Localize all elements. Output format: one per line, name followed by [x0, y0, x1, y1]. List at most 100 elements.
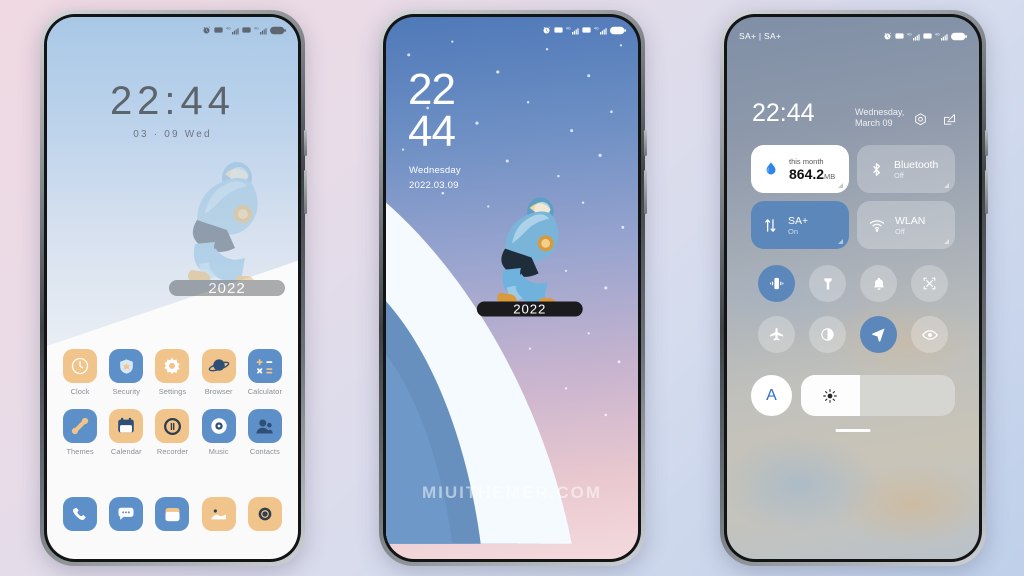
shield-icon [119, 358, 133, 374]
expand-corner-icon[interactable] [838, 239, 843, 244]
svg-text:4G: 4G [594, 26, 599, 30]
volume-button[interactable] [644, 170, 647, 214]
expand-corner-icon[interactable] [838, 183, 843, 188]
tile-state: On [788, 226, 799, 236]
bluetooth-tile[interactable]: Bluetooth Off [857, 145, 955, 193]
edit-icon[interactable] [942, 112, 957, 127]
sun-icon [823, 388, 838, 403]
dock [47, 497, 298, 531]
airplane-toggle[interactable] [758, 316, 795, 353]
app-settings[interactable]: Settings [149, 349, 195, 396]
status-bar: 4G 4G [386, 17, 638, 43]
lockscreen-hour: 22 [408, 65, 456, 114]
mobile-data-tile[interactable]: SA+ On [751, 201, 849, 249]
settings-hex-icon[interactable] [913, 112, 928, 127]
planet-icon [208, 359, 230, 372]
battery-icon [610, 26, 626, 34]
volume-button[interactable] [304, 170, 307, 214]
alarm-icon [203, 25, 210, 33]
brightness-slider[interactable] [801, 375, 955, 416]
alarm-icon [543, 25, 550, 33]
tile-title: WLAN [895, 214, 926, 227]
volume-button[interactable] [985, 170, 988, 214]
app-label: Themes [66, 447, 94, 456]
eye-icon [921, 329, 938, 340]
lockscreen-clock: 22 44 [408, 65, 456, 156]
lockscreen-minute: 44 [408, 106, 456, 156]
alarm-icon [884, 31, 891, 39]
screenshot-icon [923, 277, 936, 290]
auto-brightness-button[interactable]: A [751, 375, 792, 416]
vibrate-toggle[interactable] [758, 265, 795, 302]
location-arrow-icon [872, 328, 885, 342]
drag-handle[interactable] [835, 429, 871, 432]
app-label: Security [112, 387, 141, 396]
power-button[interactable] [644, 130, 647, 156]
dock-gallery[interactable] [201, 497, 236, 531]
location-toggle[interactable] [860, 316, 897, 353]
gear-icon [164, 357, 181, 375]
flashlight-toggle[interactable] [809, 265, 846, 302]
sim2-icon [242, 27, 251, 33]
app-clock[interactable]: Clock [57, 349, 103, 396]
app-themes[interactable]: Themes [57, 409, 103, 456]
eye-comfort-toggle[interactable] [911, 316, 948, 353]
data-arrows-icon [765, 218, 776, 232]
dark-mode-toggle[interactable] [809, 316, 846, 353]
app-calendar[interactable]: Calendar [103, 409, 149, 456]
status-bar: SA+ | SA+ 4G 4G [727, 23, 979, 49]
dock-messages[interactable] [109, 497, 144, 531]
screenshot-toggle[interactable] [911, 265, 948, 302]
app-label: Calendar [110, 447, 142, 456]
airplane-icon [769, 327, 784, 341]
dock-phone[interactable] [63, 497, 98, 531]
expand-corner-icon[interactable] [944, 183, 949, 188]
sim2-icon [923, 33, 932, 39]
gallery-icon [211, 508, 227, 519]
tile-state: Off [895, 226, 905, 236]
svg-text:2022: 2022 [513, 301, 546, 316]
app-security[interactable]: Security [103, 349, 149, 396]
dock-camera[interactable] [247, 497, 282, 531]
sim2-4g-signal-icon: 4G [935, 32, 948, 40]
snowboarder-illustration: 2022 [476, 197, 583, 317]
contrast-icon [821, 328, 834, 341]
sim2-icon [582, 27, 591, 33]
app-calculator[interactable]: Calculator [242, 349, 288, 396]
recorder-icon [163, 417, 181, 435]
snowboarder-illustration: 2022 [169, 162, 285, 297]
app-label: Contacts [249, 447, 280, 456]
tile-title: SA+ [788, 214, 809, 227]
app-music[interactable]: Music [196, 409, 242, 456]
sim2-4g-signal-icon: 4G [594, 26, 607, 34]
carrier-label: SA+ | SA+ [739, 31, 782, 41]
calculator-icon [257, 358, 273, 373]
control-center-header-icons [913, 112, 957, 127]
data-usage-value: 864.2 [789, 165, 825, 182]
clock-icon [71, 357, 89, 375]
svg-text:4G: 4G [566, 26, 571, 30]
wlan-tile[interactable]: WLAN Off [857, 201, 955, 249]
app-grid: Clock Security Settings Browser Calculat… [47, 349, 298, 456]
sim1-icon [214, 27, 223, 33]
message-icon [118, 507, 134, 520]
app-label: Calculator [247, 387, 283, 396]
sim1-4g-signal-icon: 4G [566, 26, 579, 34]
svg-text:4G: 4G [907, 32, 912, 36]
app-browser[interactable]: Browser [196, 349, 242, 396]
data-usage-tile[interactable]: this month 864.2MB [751, 145, 849, 193]
app-recorder[interactable]: Recorder [149, 409, 195, 456]
contacts-icon [256, 419, 274, 433]
app-label: Music [208, 447, 229, 456]
app-label: Settings [158, 387, 187, 396]
expand-corner-icon[interactable] [944, 239, 949, 244]
ringer-toggle[interactable] [860, 265, 897, 302]
power-button[interactable] [985, 130, 988, 156]
power-button[interactable] [304, 130, 307, 156]
app-label: Browser [204, 387, 233, 396]
dock-notes[interactable] [155, 497, 190, 531]
data-usage-unit: MB [824, 171, 836, 181]
sim1-icon [895, 33, 904, 39]
app-contacts[interactable]: Contacts [242, 409, 288, 456]
tile-title: Bluetooth [894, 158, 939, 171]
